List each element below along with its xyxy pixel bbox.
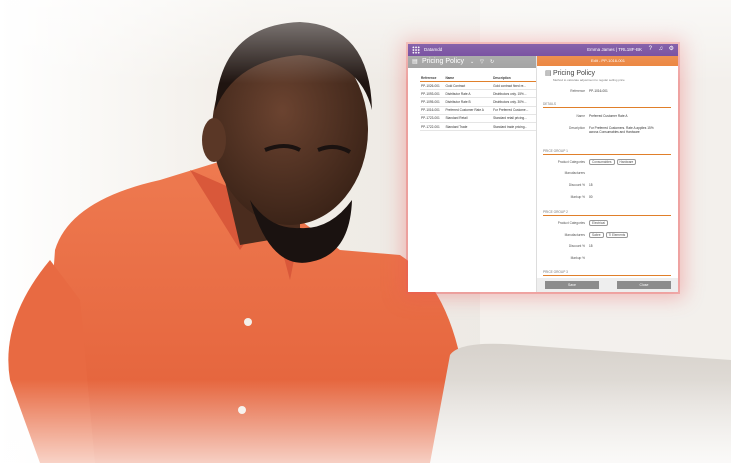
tag[interactable]: Ti Elements	[605, 232, 629, 238]
discount-field[interactable]: Discount % 15	[543, 244, 675, 248]
cell: PP-1723-001	[420, 114, 445, 123]
edit-panel: Edit - PP-1016-001 ▤ Pricing Policy Meth…	[536, 56, 678, 292]
field-label: Discount %	[568, 183, 585, 187]
tag[interactable]: Sabre	[589, 232, 604, 238]
column-header[interactable]: Description	[492, 74, 536, 82]
save-button[interactable]: Save	[545, 281, 599, 289]
product-categories-field[interactable]: Product Categories Electrical	[543, 220, 675, 226]
field-label: Product Categories	[557, 221, 585, 225]
description-field[interactable]: Description For Preferred Customers. Rate…	[543, 126, 675, 134]
field-label: Name	[576, 114, 585, 118]
field-value: PP-1016-001	[589, 89, 608, 93]
app-brand: Datamdd	[424, 47, 443, 52]
field-value: Preferred Customer Rate A	[589, 114, 628, 118]
field-label: Manufacturers	[564, 171, 585, 175]
field-label: Description	[569, 126, 585, 130]
cell: PP-1026-001	[420, 81, 445, 91]
tag[interactable]: Electrical	[589, 220, 608, 226]
column-header[interactable]: Name	[444, 74, 493, 82]
cell: Standard retail pricing...	[492, 114, 536, 123]
refresh-icon[interactable]: ↻	[490, 59, 494, 65]
table-row[interactable]: PP-1026-001 Gold Contract Gold contract fi…	[420, 81, 536, 91]
cell: Gold contract fixed re...	[492, 81, 536, 91]
section-price-group-1: PRICE GROUP 1	[543, 149, 671, 155]
table-header-row: Reference Name Description	[420, 74, 536, 82]
field-label: Reference	[570, 89, 585, 93]
list-pane: ▤ Pricing Policy ⌄ ▽ ↻ Reference Name De…	[408, 56, 538, 292]
column-header[interactable]: Reference	[420, 74, 445, 82]
document-icon: ▤	[545, 70, 552, 77]
user-info[interactable]: Emma James | TRL18F-BK	[587, 47, 642, 52]
top-app-bar: Datamdd Emma James | TRL18F-BK ? ♫ ⚙	[408, 44, 678, 56]
list-title: Pricing Policy	[422, 58, 465, 65]
app-grid-icon[interactable]	[412, 46, 420, 54]
edit-header: Edit - PP-1016-001	[537, 56, 678, 66]
notification-icon[interactable]: ♫	[659, 46, 664, 53]
cell: For Preferred Custome...	[492, 106, 536, 115]
pricing-policy-table: Reference Name Description PP-1026-001 Go…	[420, 74, 536, 132]
cell: Distributors only. 30%...	[492, 97, 536, 107]
help-icon[interactable]: ?	[649, 46, 652, 53]
cell: Preferred Customer Rate A	[444, 106, 493, 115]
filter-icon[interactable]: ▽	[480, 59, 484, 65]
discount-field[interactable]: Discount % 15	[543, 183, 675, 187]
field-label: Markup %	[570, 195, 585, 199]
product-categories-field[interactable]: Product Categories Consumables Hardware	[543, 159, 675, 165]
list-toolbar: ▤ Pricing Policy ⌄ ▽ ↻	[408, 56, 538, 68]
settings-icon[interactable]: ⚙	[669, 46, 674, 53]
field-value: 15	[589, 244, 593, 248]
markup-field[interactable]: Markup % 00	[543, 195, 675, 199]
cell: Distributor Rate A	[444, 89, 493, 99]
edit-footer: Save Close	[537, 278, 678, 292]
table-row[interactable]: PP-1723-001 Standard Retail Standard retai…	[420, 114, 536, 123]
name-field[interactable]: Name Preferred Customer Rate A	[543, 114, 675, 118]
edit-subtitle: Method to calculate adjustment to regula…	[553, 78, 625, 82]
section-price-group-3: PRICE GROUP 3	[543, 270, 671, 276]
reference-field[interactable]: Reference PP-1016-001	[543, 89, 675, 93]
section-details: DETAILS	[543, 102, 671, 108]
cell: PP-1093-001	[420, 89, 445, 99]
field-value: For Preferred Customers. Rate A applies …	[589, 126, 654, 134]
app-screenshot-overlay: Datamdd Emma James | TRL18F-BK ? ♫ ⚙ ▤ P…	[408, 44, 678, 292]
field-value: 00	[589, 195, 593, 199]
markup-field[interactable]: Markup %	[543, 256, 675, 260]
cell: PP-1016-001	[420, 106, 445, 115]
section-price-group-2: PRICE GROUP 2	[543, 210, 671, 216]
table-row[interactable]: PP-1016-001 Preferred Customer Rate A For …	[420, 106, 536, 115]
cell: Standard trade pricing...	[492, 122, 536, 132]
edit-title: Pricing Policy	[553, 70, 596, 77]
cell: Distributors only. 15%...	[492, 89, 536, 99]
document-icon: ▤	[412, 59, 418, 65]
table-row[interactable]: PP-1095-001 Distributor Rate B Distributor…	[420, 97, 536, 107]
cell: Standard Trade	[444, 122, 493, 132]
field-value: 15	[589, 183, 593, 187]
table-row[interactable]: PP-1093-001 Distributor Rate A Distributor…	[420, 89, 536, 99]
field-label: Manufacturers	[564, 233, 585, 237]
close-button[interactable]: Close	[617, 281, 671, 289]
cell: PP-1095-001	[420, 97, 445, 107]
cell: PP-1722-001	[420, 122, 445, 132]
cell: Gold Contract	[444, 81, 493, 91]
tag[interactable]: Consumables	[589, 159, 615, 165]
chevron-down-icon[interactable]: ⌄	[470, 59, 474, 65]
table-row[interactable]: PP-1722-001 Standard Trade Standard trade …	[420, 122, 536, 132]
cell: Distributor Rate B	[444, 97, 493, 107]
cell: Standard Retail	[444, 114, 493, 123]
field-label: Product Categories	[557, 160, 585, 164]
field-label: Markup %	[570, 256, 585, 260]
manufacturers-field[interactable]: Manufacturers	[543, 171, 675, 175]
field-label: Discount %	[568, 244, 585, 248]
manufacturers-field[interactable]: Manufacturers Sabre Ti Elements	[543, 232, 675, 238]
tag[interactable]: Hardware	[616, 159, 637, 165]
